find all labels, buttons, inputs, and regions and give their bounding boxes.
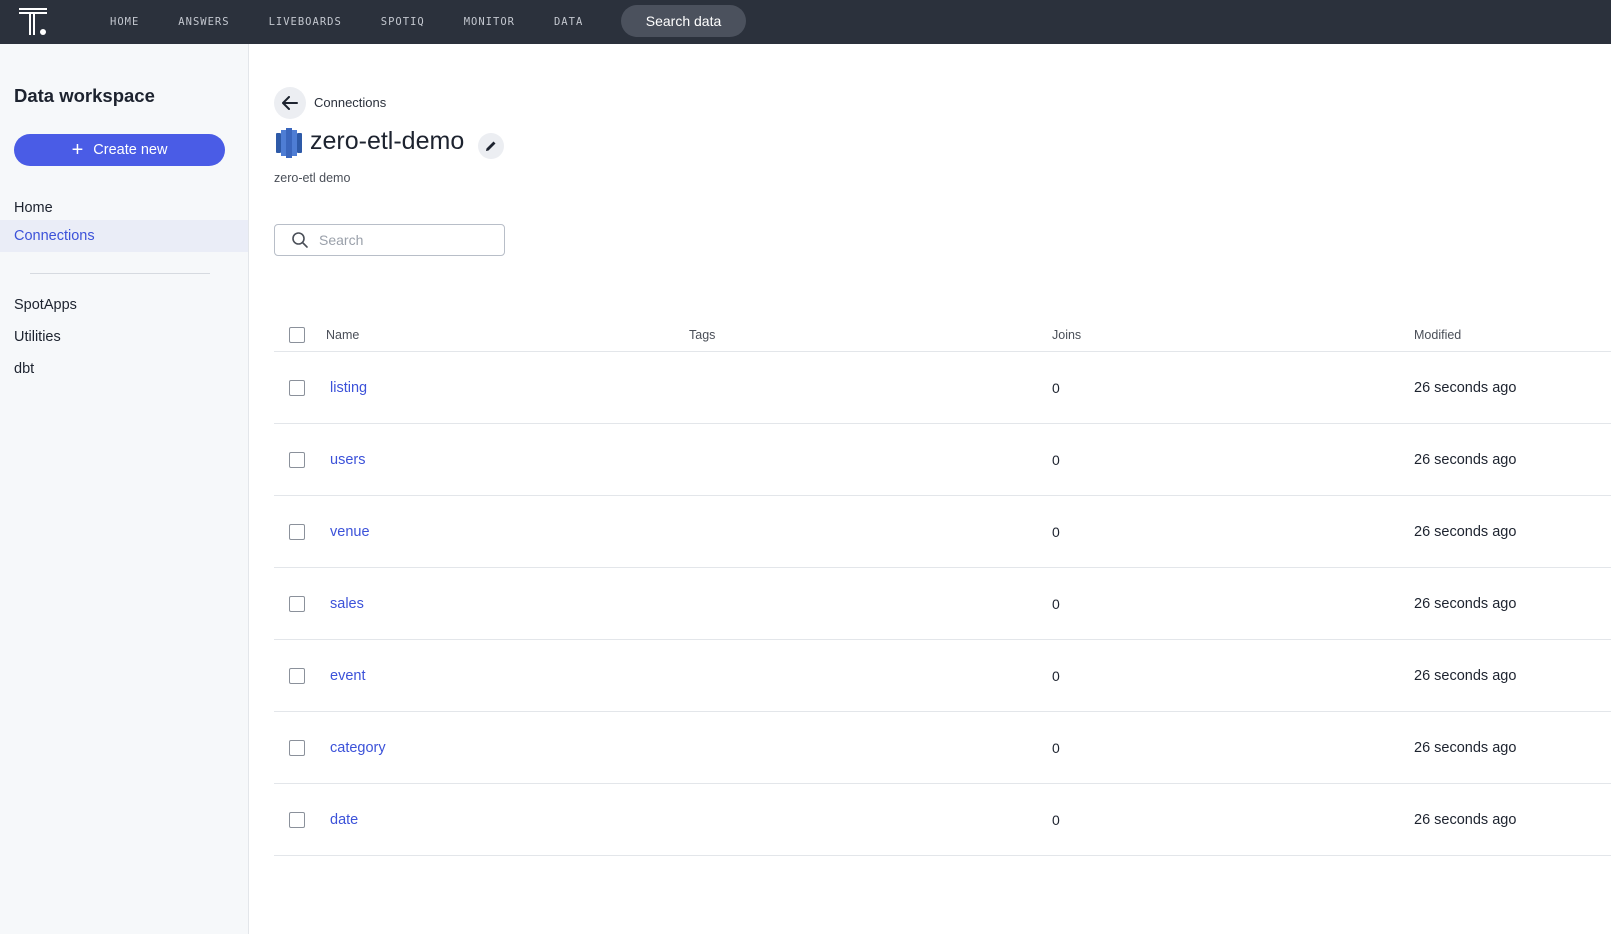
table-body: listing 0 26 seconds ago users 0 26 seconds a… bbox=[274, 352, 1611, 856]
modified-time: 26 seconds ago bbox=[1414, 452, 1517, 468]
row-checkbox[interactable] bbox=[289, 524, 305, 540]
row-checkbox[interactable] bbox=[289, 596, 305, 612]
table-row[interactable]: users 0 26 seconds ago bbox=[274, 424, 1611, 496]
modified-time: 26 seconds ago bbox=[1414, 812, 1517, 828]
table-row[interactable]: sales 0 26 seconds ago bbox=[274, 568, 1611, 640]
page-title: zero-etl-demo bbox=[310, 127, 465, 155]
joins-count: 0 bbox=[1052, 740, 1060, 756]
table-row[interactable]: listing 0 26 seconds ago bbox=[274, 352, 1611, 424]
edit-title-button[interactable] bbox=[478, 133, 504, 159]
tables-list: Name Tags Joins Modified listing 0 26 seco… bbox=[274, 316, 1611, 856]
sidebar-title: Data workspace bbox=[14, 85, 155, 106]
nav-item-liveboards[interactable]: LIVEBOARDS bbox=[269, 16, 342, 28]
row-checkbox[interactable] bbox=[289, 452, 305, 468]
row-checkbox[interactable] bbox=[289, 380, 305, 396]
nav-item-answers[interactable]: ANSWERS bbox=[178, 16, 229, 28]
main-nav: HOME ANSWERS LIVEBOARDS SPOTIQ MONITOR DATA bbox=[110, 0, 622, 44]
modified-time: 26 seconds ago bbox=[1414, 668, 1517, 684]
table-row[interactable]: date 0 26 seconds ago bbox=[274, 784, 1611, 856]
modified-time: 26 seconds ago bbox=[1414, 524, 1517, 540]
joins-count: 0 bbox=[1052, 812, 1060, 828]
nav-item-spotiq[interactable]: SPOTIQ bbox=[381, 16, 425, 28]
joins-count: 0 bbox=[1052, 596, 1060, 612]
modified-time: 26 seconds ago bbox=[1414, 740, 1517, 756]
arrow-left-icon bbox=[282, 96, 298, 110]
search-data-button[interactable]: Search data bbox=[621, 5, 746, 37]
table-name-link[interactable]: date bbox=[330, 812, 358, 828]
table-name-link[interactable]: sales bbox=[330, 596, 364, 612]
table-name-link[interactable]: category bbox=[330, 740, 386, 756]
table-name-link[interactable]: listing bbox=[330, 380, 367, 396]
table-row[interactable]: event 0 26 seconds ago bbox=[274, 640, 1611, 712]
redshift-database-icon bbox=[276, 128, 302, 158]
top-nav-bar: HOME ANSWERS LIVEBOARDS SPOTIQ MONITOR DATA S… bbox=[0, 0, 1611, 44]
table-name-link[interactable]: venue bbox=[330, 524, 370, 540]
table-row[interactable]: category 0 26 seconds ago bbox=[274, 712, 1611, 784]
joins-count: 0 bbox=[1052, 524, 1060, 540]
select-all-checkbox[interactable] bbox=[289, 327, 305, 343]
joins-count: 0 bbox=[1052, 380, 1060, 396]
sidebar-item-connections[interactable]: Connections bbox=[0, 220, 248, 252]
nav-item-data[interactable]: DATA bbox=[554, 16, 583, 28]
column-header-name[interactable]: Name bbox=[326, 328, 359, 342]
table-name-link[interactable]: users bbox=[330, 452, 365, 468]
column-header-joins[interactable]: Joins bbox=[1052, 328, 1081, 342]
modified-time: 26 seconds ago bbox=[1414, 380, 1517, 396]
nav-item-monitor[interactable]: MONITOR bbox=[464, 16, 515, 28]
create-new-button[interactable]: + Create new bbox=[14, 134, 225, 166]
search-field[interactable] bbox=[274, 224, 505, 256]
search-icon bbox=[292, 232, 308, 248]
table-header: Name Tags Joins Modified bbox=[274, 316, 1611, 352]
thoughtspot-logo-icon[interactable] bbox=[18, 6, 50, 36]
column-header-modified[interactable]: Modified bbox=[1414, 328, 1461, 342]
connection-description: zero-etl demo bbox=[274, 171, 351, 185]
row-checkbox[interactable] bbox=[289, 740, 305, 756]
search-input[interactable] bbox=[319, 232, 489, 248]
table-row[interactable]: venue 0 26 seconds ago bbox=[274, 496, 1611, 568]
joins-count: 0 bbox=[1052, 668, 1060, 684]
nav-item-home[interactable]: HOME bbox=[110, 16, 139, 28]
column-header-tags[interactable]: Tags bbox=[689, 328, 715, 342]
sidebar-item-spotapps[interactable]: SpotApps bbox=[0, 289, 248, 321]
modified-time: 26 seconds ago bbox=[1414, 596, 1517, 612]
sidebar-item-utilities[interactable]: Utilities bbox=[0, 321, 248, 353]
sidebar: Data workspace + Create new Home Connect… bbox=[0, 44, 249, 934]
row-checkbox[interactable] bbox=[289, 812, 305, 828]
joins-count: 0 bbox=[1052, 452, 1060, 468]
table-name-link[interactable]: event bbox=[330, 668, 365, 684]
sidebar-item-dbt[interactable]: dbt bbox=[0, 353, 248, 385]
create-new-label: Create new bbox=[93, 142, 168, 158]
back-button[interactable] bbox=[274, 87, 306, 119]
plus-icon: + bbox=[71, 139, 84, 161]
breadcrumb-connections[interactable]: Connections bbox=[314, 95, 386, 110]
row-checkbox[interactable] bbox=[289, 668, 305, 684]
pencil-icon bbox=[486, 141, 496, 151]
sidebar-divider bbox=[30, 273, 210, 274]
